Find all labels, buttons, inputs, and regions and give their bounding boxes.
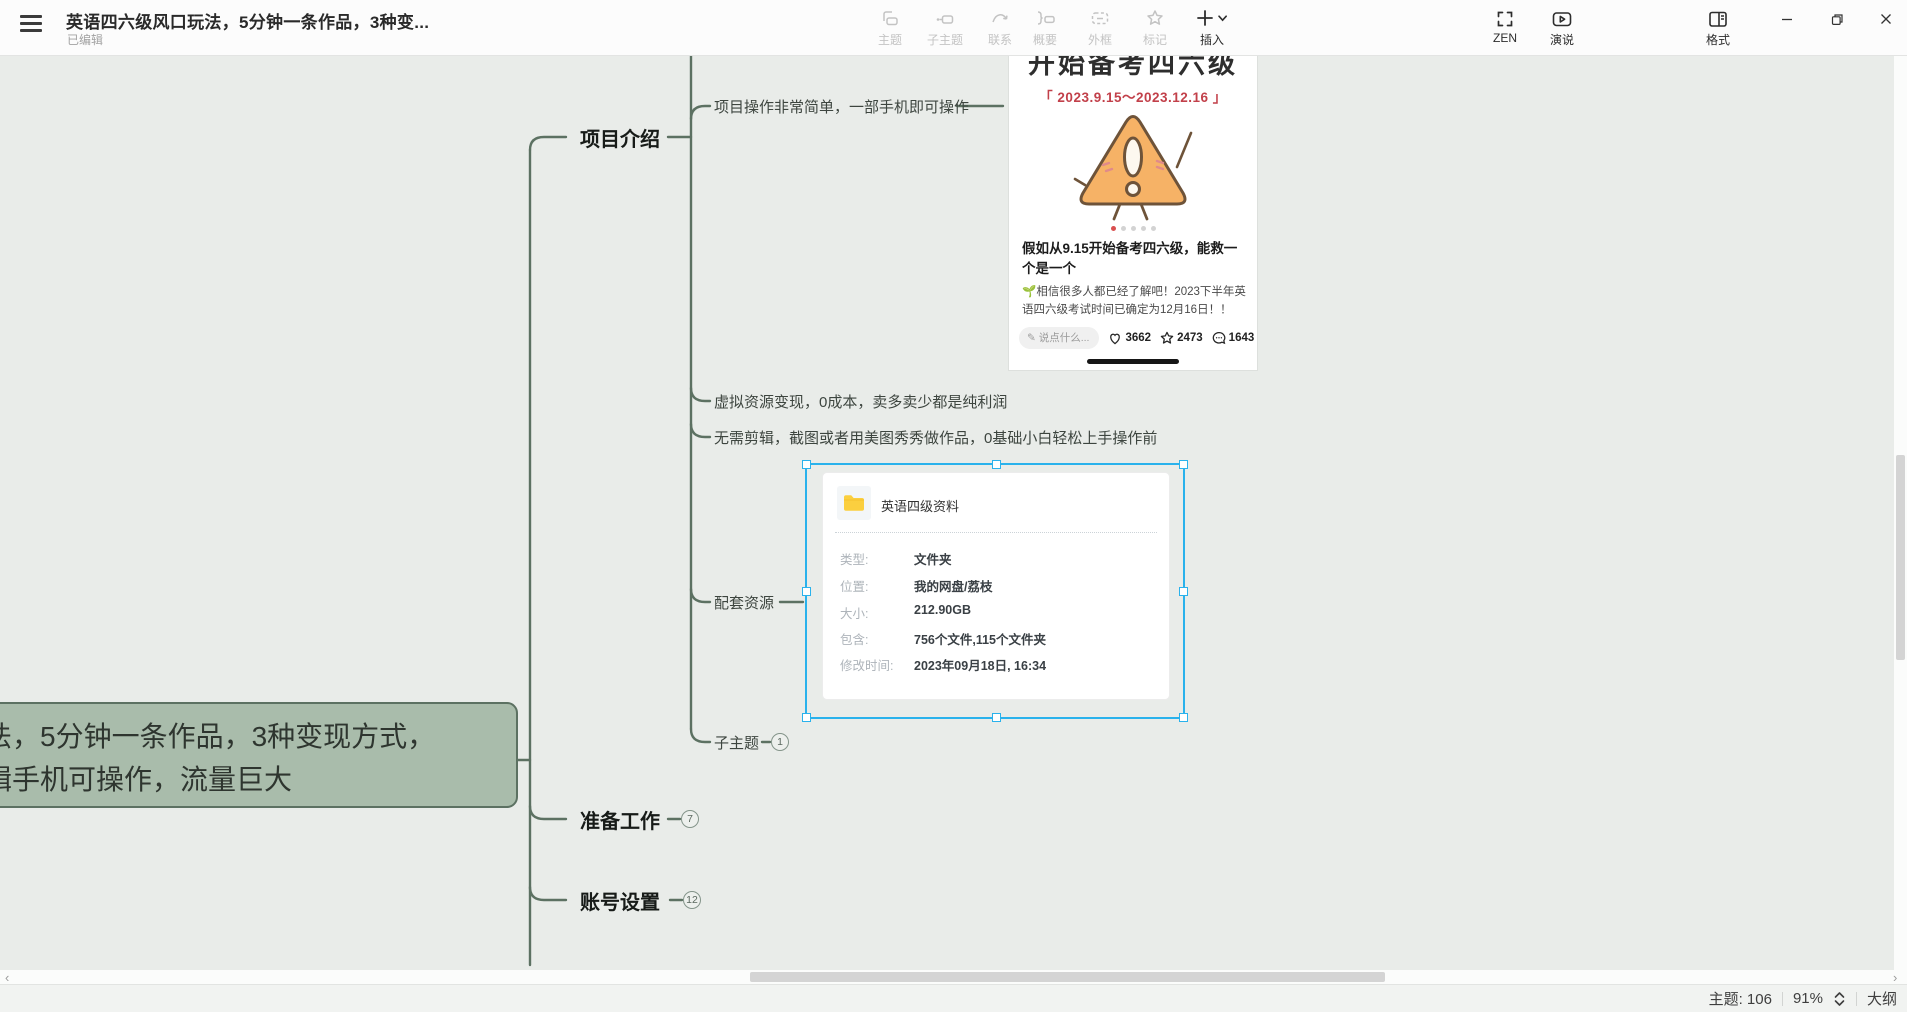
topic-virtual-resource[interactable]: 虚拟资源变现，0成本，卖多卖少都是纯利润: [714, 391, 1007, 412]
file-row-modified: 修改时间: 2023年09月18日, 16:34: [840, 655, 1158, 673]
format-icon: [1688, 7, 1748, 30]
zoom-level: 91%: [1793, 990, 1823, 1007]
summary-button[interactable]: 概要: [1017, 6, 1073, 48]
warning-triangle-mascot: [1071, 105, 1195, 227]
folder-icon-chip: [837, 486, 871, 520]
topic-subtopic[interactable]: 子主题: [714, 732, 759, 753]
topic-button[interactable]: 主题: [862, 6, 918, 48]
folder-icon: [842, 493, 866, 513]
central-topic-line1: 法，5分钟一条作品，3种变现方式，: [0, 715, 506, 758]
boundary-button[interactable]: 外框: [1072, 6, 1128, 48]
comment-bubble-icon: [1211, 330, 1227, 346]
comment-counter[interactable]: 1643: [1211, 330, 1255, 346]
status-bar: 主题: 106 91% 大纲: [0, 984, 1907, 1012]
comment-input-pill[interactable]: ✎ 说点什么...: [1019, 327, 1099, 349]
collapse-badge-preparation[interactable]: 7: [681, 810, 699, 828]
restore-button[interactable]: [1816, 0, 1858, 38]
resize-handle-se[interactable]: [1179, 713, 1188, 722]
zen-mode-button[interactable]: ZEN: [1475, 7, 1535, 45]
post-description: 🌱相信很多人都已经了解吧！2023下半年英语四六级考试时间已确定为12月16日！…: [1022, 284, 1246, 320]
divider: [1856, 992, 1857, 1006]
topic-preparation[interactable]: 准备工作: [580, 805, 660, 834]
format-panel-button[interactable]: 格式: [1688, 7, 1748, 48]
divider: [835, 532, 1157, 533]
subtopic-icon: [917, 6, 973, 30]
central-topic-line2: 辑手机可操作，流量巨大: [0, 758, 506, 801]
post-headline: 开始备考四六级: [1009, 55, 1257, 81]
title-bar: 英语四六级风口玩法，5分钟一条作品，3种变... 已编辑 主题 子主题 联系 概…: [0, 0, 1907, 56]
subtopic-button[interactable]: 子主题: [917, 6, 973, 48]
resize-handle-e[interactable]: [1179, 587, 1188, 596]
minimize-button[interactable]: [1766, 0, 1808, 38]
close-button[interactable]: [1865, 0, 1907, 38]
zen-icon: [1475, 7, 1535, 30]
resize-handle-sw[interactable]: [802, 713, 811, 722]
collapse-badge-subtopic[interactable]: 1: [771, 733, 789, 751]
horizontal-scrollbar[interactable]: ‹ ›: [0, 970, 1907, 984]
topic-icon: [862, 6, 918, 30]
post-date-range: 「 2023.9.15～2023.12.16 」: [1009, 86, 1257, 106]
topic-easy-operation[interactable]: 项目操作非常简单，一部手机即可操作: [714, 96, 969, 117]
scroll-right-arrow[interactable]: ›: [1893, 970, 1897, 984]
scroll-left-arrow[interactable]: ‹: [5, 970, 9, 984]
file-row-type: 类型: 文件夹: [840, 549, 1158, 567]
outline-mode-button[interactable]: 大纲: [1867, 988, 1897, 1009]
marker-icon: [1127, 6, 1183, 30]
topic-account-setup[interactable]: 账号设置: [580, 886, 660, 915]
pencil-icon: ✎: [1027, 332, 1039, 344]
play-icon: [1532, 7, 1592, 30]
home-indicator: [1087, 359, 1179, 364]
resize-handle-nw[interactable]: [802, 460, 811, 469]
post-image-topic[interactable]: 开始备考四六级 「 2023.9.15～2023.12.16 」 假如从9.15…: [1009, 55, 1257, 370]
insert-button[interactable]: 插入: [1184, 6, 1240, 48]
document-title: 英语四六级风口玩法，5分钟一条作品，3种变...: [66, 8, 429, 33]
collect-counter[interactable]: 2473: [1159, 330, 1203, 346]
resize-handle-n[interactable]: [992, 460, 1001, 469]
topic-no-editing[interactable]: 无需剪辑，截图或者用美图秀秀做作品，0基础小白轻松上手操作前: [714, 427, 1157, 448]
central-topic[interactable]: 法，5分钟一条作品，3种变现方式， 辑手机可操作，流量巨大: [0, 702, 518, 808]
carousel-dots[interactable]: [1009, 226, 1257, 231]
vertical-scrollbar-thumb[interactable]: [1896, 455, 1905, 660]
file-row-location: 位置: 我的网盘/荔枝: [840, 576, 1158, 594]
summary-icon: [1017, 6, 1073, 30]
mindmap-canvas[interactable]: 法，5分钟一条作品，3种变现方式， 辑手机可操作，流量巨大 项目介绍 准备工作 …: [0, 55, 1907, 970]
marker-button[interactable]: 标记: [1127, 6, 1183, 48]
insert-plus-icon: [1184, 6, 1240, 30]
post-engagement-row: ✎ 说点什么... 3662 2473: [1019, 326, 1247, 350]
star-icon: [1159, 330, 1175, 346]
divider: [1782, 992, 1783, 1006]
menu-icon[interactable]: [20, 15, 42, 33]
presentation-button[interactable]: 演说: [1532, 7, 1592, 48]
file-name: 英语四级资料: [881, 496, 959, 515]
collapse-badge-account[interactable]: 12: [683, 891, 701, 909]
like-counter[interactable]: 3662: [1107, 330, 1151, 346]
zoom-stepper-icon[interactable]: [1833, 990, 1846, 1008]
file-row-size: 大小: 212.90GB: [840, 603, 1158, 621]
boundary-icon: [1072, 6, 1128, 30]
file-info-card[interactable]: 英语四级资料 类型: 文件夹 位置: 我的网盘/荔枝 大小: 212.90GB …: [822, 472, 1170, 700]
heart-icon: [1107, 330, 1123, 346]
vertical-scrollbar[interactable]: [1894, 55, 1907, 970]
resize-handle-s[interactable]: [992, 713, 1001, 722]
topic-project-intro[interactable]: 项目介绍: [580, 123, 660, 152]
document-save-status: 已编辑: [67, 31, 103, 48]
topic-count: 主题: 106: [1709, 988, 1772, 1009]
file-row-contains: 包含: 756个文件,115个文件夹: [840, 629, 1158, 647]
topic-bundled-resource[interactable]: 配套资源: [714, 592, 774, 613]
resize-handle-ne[interactable]: [1179, 460, 1188, 469]
post-title: 假如从9.15开始备考四六级，能救一个是一个: [1022, 239, 1244, 280]
horizontal-scrollbar-thumb[interactable]: [750, 972, 1385, 982]
resize-handle-w[interactable]: [802, 587, 811, 596]
